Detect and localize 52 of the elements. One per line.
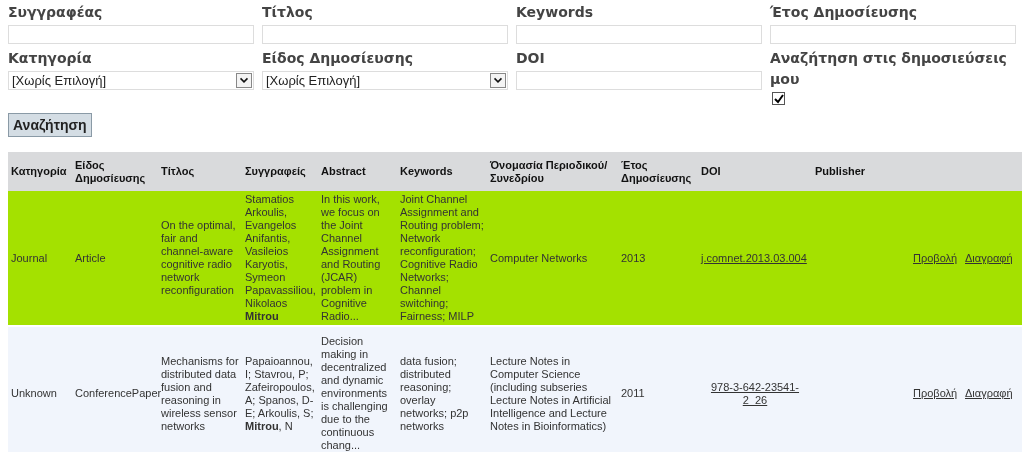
table-cell: ConferencePaper (75, 387, 162, 399)
view-link[interactable]: Προβολή (913, 251, 958, 264)
dropdown-field[interactable]: [Χωρίς Επιλογή] (8, 71, 254, 90)
column-header: Συγγραφείς (242, 152, 318, 191)
table-cell: 2013 (621, 251, 646, 264)
table-cell: Papaioannou, I; Stavrou, P; Zafeiropoulos, A; Spanos, D-E; Arkoulis, S; Mitrou, N (245, 354, 315, 432)
table-cell: 2011 (621, 387, 645, 399)
column-header: Έτος Δημοσίευσης (618, 152, 698, 191)
field-label: DOI (516, 49, 546, 68)
caret-icon (236, 73, 252, 88)
doi-link[interactable]: 978-3-642-23541-2_26 (701, 380, 809, 407)
table-cell: In this work, we focus on the Joint Channel Assignment and Routing (JCAR) problem in Cognitive Radio... (321, 193, 381, 322)
table-cell: Article (75, 251, 106, 264)
delete-link[interactable]: Διαγραφή (965, 251, 1013, 264)
table-cell: Decision making in decentralized and dynamic environments is challenging due to the continuous chang... (321, 335, 388, 451)
text-field[interactable] (770, 25, 1016, 44)
field-label: Κατηγορία (8, 49, 93, 68)
field-label: Έτος Δημοσίευσης (770, 3, 919, 22)
column-header: Publisher (812, 152, 910, 191)
table-cell: Unknown (11, 387, 57, 399)
text-field[interactable] (516, 71, 762, 90)
table-cell: data fusion; distributed reasoning; overlay networks; p2p networks (400, 354, 469, 432)
table-cell: Computer Networks (490, 251, 588, 264)
column-header: Είδος Δημοσίευσης (72, 152, 158, 191)
view-link[interactable]: Προβολή (913, 387, 958, 399)
table-cell: Mechanisms for distributed data fusion and reasoning in wireless sensor networks (161, 354, 239, 432)
field-label: Αναζήτηση στις δημοσιεύσεις μου (770, 49, 1008, 89)
table-cell: On the optimal, fair and channel-aware cognitive radio network reconfiguration (161, 219, 236, 296)
doi-link[interactable]: j.comnet.2013.03.004 (701, 251, 807, 265)
field-label: Keywords (516, 3, 595, 22)
field-label: Τίτλος (262, 3, 314, 22)
table-cell: Lecture Notes in Computer Science (including subseries Lecture Notes in Artificial Intelligence and Lecture Notes in Bioinformatics) (490, 354, 612, 432)
text-field[interactable] (8, 25, 254, 44)
delete-link[interactable]: Διαγραφή (965, 387, 1013, 399)
table-cell: Journal (11, 251, 48, 264)
caret-icon (490, 73, 506, 88)
column-header: DOI (698, 152, 812, 191)
field-label: Είδος Δημοσίευσης (262, 49, 414, 68)
column-header: Keywords (397, 152, 487, 191)
field-label: Συγγραφέας (8, 3, 104, 22)
column-header: Όνομασία Περιοδικού/Συνεδρίου (487, 152, 618, 191)
column-header: Κατηγορία (8, 152, 72, 191)
text-field[interactable] (262, 25, 508, 44)
text-field[interactable] (516, 25, 762, 44)
checkbox[interactable] (772, 92, 785, 105)
column-header: Τίτλος (158, 152, 242, 191)
search-button[interactable]: Αναζήτηση (8, 113, 92, 137)
table-cell: Stamatios Arkoulis, Evangelos Anifantis, Vasileios Karyotis, Symeon Papavassiliou, Nikolaos Mitrou (245, 193, 316, 322)
table-cell: Joint Channel Assignment and Routing problem; Network reconfiguration; Cognitive Radio Networks; Channel switching; Fairness; MILP (400, 193, 484, 322)
column-header: Abstract (318, 152, 397, 191)
table-row[interactable] (8, 326, 1022, 452)
dropdown-field[interactable]: [Χωρίς Επιλογή] (262, 71, 508, 90)
